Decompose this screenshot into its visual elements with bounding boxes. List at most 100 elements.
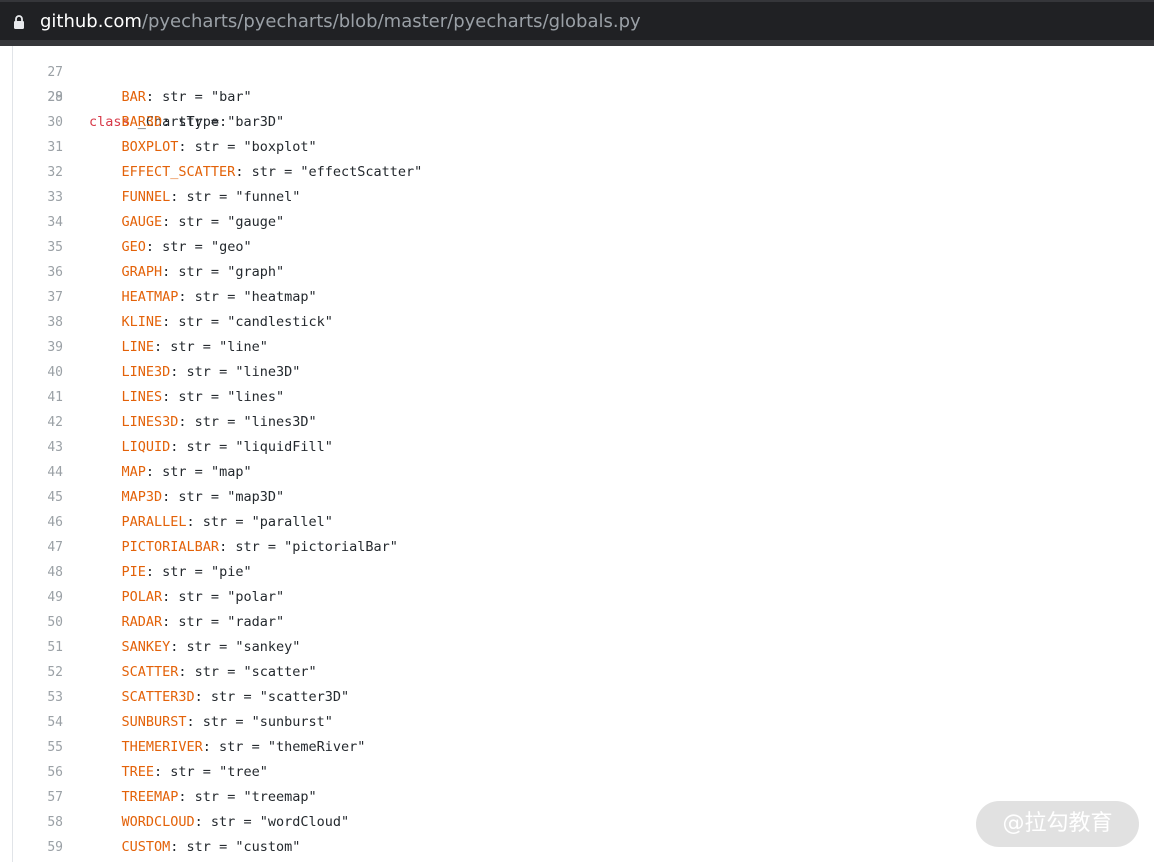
constant-name: KLINE (121, 314, 163, 330)
line-number[interactable]: 53 (0, 685, 63, 710)
line-number[interactable]: 49 (0, 585, 63, 610)
code-line: 29 BAR: str = "bar" (0, 85, 1154, 110)
line-number[interactable]: 55 (0, 735, 63, 760)
code-line: 50 RADAR: str = "radar" (0, 610, 1154, 635)
code-text: BOXPLOT: str = "boxplot" (89, 135, 317, 160)
line-number[interactable]: 41 (0, 385, 63, 410)
line-number[interactable]: 48 (0, 560, 63, 585)
type-annotation: : str = (162, 264, 228, 280)
code-line: 28 class _ChartType: (0, 60, 1154, 130)
constant-name: MAP (121, 464, 146, 480)
code-line: 36 GRAPH: str = "graph" (0, 260, 1154, 285)
browser-address-bar: github.com/pyecharts/pyecharts/blob/mast… (0, 0, 1154, 46)
line-number[interactable]: 38 (0, 310, 63, 335)
string-value: "geo" (210, 239, 252, 255)
type-annotation: : str = (186, 514, 252, 530)
line-number[interactable]: 45 (0, 485, 63, 510)
line-number[interactable]: 42 (0, 410, 63, 435)
line-number[interactable]: 47 (0, 535, 63, 560)
type-annotation: : str = (162, 114, 228, 130)
code-line: 45 MAP3D: str = "map3D" (0, 485, 1154, 510)
string-value: "lines3D" (243, 414, 317, 430)
type-annotation: : str = (235, 164, 301, 180)
line-number[interactable]: 35 (0, 235, 63, 260)
line-number[interactable]: 43 (0, 435, 63, 460)
code-line: 41 LINES: str = "lines" (0, 385, 1154, 410)
code-line: 38 KLINE: str = "candlestick" (0, 310, 1154, 335)
line-number[interactable]: 56 (0, 760, 63, 785)
code-text: CUSTOM: str = "custom" (89, 835, 301, 860)
string-value: "tree" (219, 764, 268, 780)
code-text: SUNBURST: str = "sunburst" (89, 710, 333, 735)
code-line: 37 HEATMAP: str = "heatmap" (0, 285, 1154, 310)
constant-name: LINES3D (121, 414, 179, 430)
code-line: 44 MAP: str = "map" (0, 460, 1154, 485)
line-number[interactable]: 58 (0, 810, 63, 835)
string-value: "funnel" (235, 189, 301, 205)
type-annotation: : str = (178, 289, 244, 305)
code-text: TREE: str = "tree" (89, 760, 268, 785)
constant-name: BAR (121, 89, 146, 105)
constant-name: SCATTER3D (121, 689, 195, 705)
code-line: 27 (0, 46, 1154, 80)
line-number[interactable]: 40 (0, 360, 63, 385)
constant-name: BOXPLOT (121, 139, 179, 155)
line-number[interactable]: 31 (0, 135, 63, 160)
line-number[interactable]: 34 (0, 210, 63, 235)
line-number[interactable]: 37 (0, 285, 63, 310)
constant-name: PIE (121, 564, 146, 580)
line-number[interactable]: 36 (0, 260, 63, 285)
constant-name: EFFECT_SCATTER (121, 164, 236, 180)
code-line: 31 BOXPLOT: str = "boxplot" (0, 135, 1154, 160)
line-number[interactable]: 32 (0, 160, 63, 185)
url-box[interactable]: github.com/pyecharts/pyecharts/blob/mast… (0, 2, 1154, 40)
type-annotation: : str = (145, 239, 211, 255)
constant-name: GRAPH (121, 264, 163, 280)
code-text: LIQUID: str = "liquidFill" (89, 435, 333, 460)
line-number[interactable]: 52 (0, 660, 63, 685)
code-text: POLAR: str = "polar" (89, 585, 285, 610)
constant-name: HEATMAP (121, 289, 179, 305)
line-number[interactable]: 44 (0, 460, 63, 485)
type-annotation: : str = (178, 414, 244, 430)
line-number[interactable]: 39 (0, 335, 63, 360)
line-number[interactable]: 46 (0, 510, 63, 535)
code-text: FUNNEL: str = "funnel" (89, 185, 301, 210)
constant-name: GEO (121, 239, 146, 255)
line-number[interactable]: 59 (0, 835, 63, 860)
url-text[interactable]: github.com/pyecharts/pyecharts/blob/mast… (40, 9, 641, 35)
constant-name: PARALLEL (121, 514, 187, 530)
string-value: "themeRiver" (267, 739, 366, 755)
code-text: HEATMAP: str = "heatmap" (89, 285, 317, 310)
line-number[interactable]: 51 (0, 635, 63, 660)
code-line: 39 LINE: str = "line" (0, 335, 1154, 360)
line-number[interactable]: 54 (0, 710, 63, 735)
type-annotation: : str = (170, 839, 236, 855)
code-text: THEMERIVER: str = "themeRiver" (89, 735, 366, 760)
constant-name: TREEMAP (121, 789, 179, 805)
line-number[interactable]: 30 (0, 110, 63, 135)
type-annotation: : str = (162, 214, 228, 230)
string-value: "scatter" (243, 664, 317, 680)
type-annotation: : str = (170, 439, 236, 455)
lock-icon[interactable] (13, 15, 25, 29)
line-number[interactable]: 57 (0, 785, 63, 810)
type-annotation: : str = (154, 339, 220, 355)
code-line: 53 SCATTER3D: str = "scatter3D" (0, 685, 1154, 710)
watermark: @拉勾教育 (976, 801, 1139, 847)
type-annotation: : str = (162, 389, 228, 405)
string-value: "sankey" (235, 639, 301, 655)
type-annotation: : str = (162, 489, 228, 505)
line-number[interactable]: 33 (0, 185, 63, 210)
code-text: EFFECT_SCATTER: str = "effectScatter" (89, 160, 423, 185)
line-number[interactable]: 29 (0, 85, 63, 110)
code-text: LINE: str = "line" (89, 335, 268, 360)
type-annotation: : str = (178, 139, 244, 155)
constant-name: CUSTOM (121, 839, 171, 855)
code-text: MAP: str = "map" (89, 460, 252, 485)
constant-name: SCATTER (121, 664, 179, 680)
type-annotation: : str = (194, 689, 260, 705)
line-number[interactable]: 50 (0, 610, 63, 635)
constant-name: TREE (121, 764, 155, 780)
constant-name: FUNNEL (121, 189, 171, 205)
